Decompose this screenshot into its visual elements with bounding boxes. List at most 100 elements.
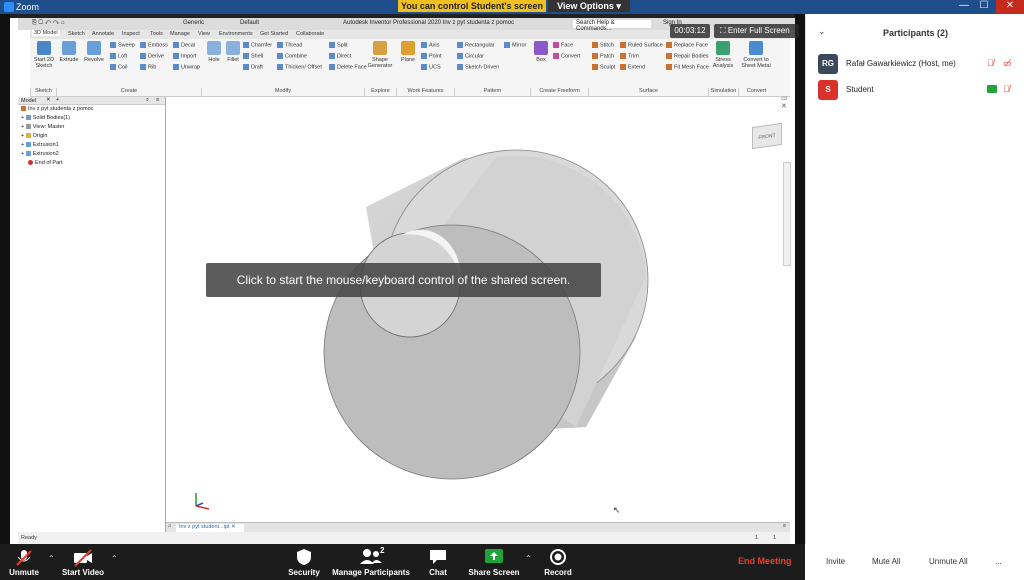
chamfer-button[interactable]: Chamfer [243,42,272,48]
shape-generator-button[interactable]: Shape Generator [366,41,394,69]
share-screen-button[interactable]: Share Screen [466,544,522,580]
minimize-icon[interactable]: — [954,0,974,14]
import-button[interactable]: Import [173,53,197,59]
browser-item-end-of-part[interactable]: End of Part [18,159,165,168]
stitch-button[interactable]: Stitch [592,42,614,48]
viewport-close-icon[interactable]: ▭ ✕ [781,94,790,110]
invite-button[interactable]: Invite [826,557,845,566]
record-button[interactable]: Record [540,544,576,580]
thicken-button[interactable]: Thicken/ Offset [277,64,322,70]
delete-face-button[interactable]: Delete Face [329,64,367,70]
browser-item-part[interactable]: Inv z pyt studenta z pomoc [18,105,165,114]
appearance-select[interactable]: Default [240,20,259,26]
tab-view[interactable]: View [198,31,210,37]
browser-close-icon[interactable]: ✕ [46,97,51,103]
browser-tab-model[interactable]: Model [21,98,36,104]
material-select[interactable]: Generic [183,20,204,26]
close-icon[interactable]: ✕ [996,0,1024,14]
tab-3d-model[interactable]: 3D Model [32,30,60,36]
maximize-icon[interactable]: ☐ [974,0,994,14]
draft-button[interactable]: Draft [243,64,263,70]
mirror-button[interactable]: Mirror [504,42,526,48]
more-options-button[interactable]: ... [995,557,1002,566]
browser-search-icon[interactable]: ⌕ [146,97,149,104]
trim-button[interactable]: Trim [620,53,639,59]
browser-item-view[interactable]: + View: Master [18,123,165,132]
point-button[interactable]: Point [421,53,442,59]
emboss-button[interactable]: Emboss [140,42,168,48]
convert-freeform-button[interactable]: Convert [553,53,580,59]
browser-item-origin[interactable]: + Origin [18,132,165,141]
participant-row[interactable]: S Student 🎙̸ [806,78,1024,102]
rib-button[interactable]: Rib [140,64,156,70]
stress-analysis-button[interactable]: Stress Analysis [710,41,736,69]
viewcube[interactable]: FRONT [752,122,782,150]
tab-annotate[interactable]: Annotate [92,31,114,37]
quick-access-toolbar[interactable]: ⎘ ▢ ↶ ↷ ⌂ [32,20,65,27]
graphics-viewport[interactable]: FRONT ▭ ✕ ↖ [166,94,791,522]
tab-manage[interactable]: Manage [170,31,190,37]
video-options-caret[interactable]: ⌃ [111,554,118,563]
browser-menu-icon[interactable]: ≡ [156,97,159,103]
coil-button[interactable]: Coil [110,64,127,70]
ruled-surface-button[interactable]: Ruled Surface [620,42,663,48]
circular-pattern-button[interactable]: Circular [457,53,484,59]
navigation-bar[interactable] [783,162,791,266]
box-button[interactable]: Box [532,41,550,63]
document-tab[interactable]: Inv z pyt student...ipt ✕ [176,524,244,532]
rectangular-pattern-button[interactable]: Rectangular [457,42,495,48]
browser-item-solid-bodies[interactable]: + Solid Bodies(1) [18,114,165,123]
browser-add-icon[interactable]: + [56,97,59,103]
revolve-button[interactable]: Revolve [82,41,106,63]
audio-options-caret[interactable]: ⌃ [48,554,55,563]
derive-button[interactable]: Derive [140,53,164,59]
unwrap-button[interactable]: Unwrap [173,64,200,70]
tab-get-started[interactable]: Get Started [260,31,288,37]
tab-collaborate[interactable]: Collaborate [296,31,324,37]
unmute-all-button[interactable]: Unmute All [929,557,968,566]
face-button[interactable]: Face [553,42,573,48]
manage-participants-button[interactable]: 2 Manage Participants [330,544,412,580]
shell-button[interactable]: Shell [243,53,263,59]
extrude-button[interactable]: Extrude [58,41,80,63]
start-sketch-button[interactable]: Start 2D Sketch [32,41,56,69]
share-options-caret[interactable]: ⌃ [525,554,532,563]
sculpt-button[interactable]: Sculpt [592,64,615,70]
direct-button[interactable]: Direct [329,53,351,59]
fit-mesh-face-button[interactable]: Fit Mesh Face [666,64,709,70]
replace-face-button[interactable]: Replace Face [666,42,708,48]
convert-sheet-metal-button[interactable]: Convert to Sheet Metal [740,41,772,69]
participant-row[interactable]: RG Rafał Gawarkiewicz (Host, me) 🎙̸ ▭̸ [806,52,1024,76]
end-meeting-button[interactable]: End Meeting [738,556,792,566]
remote-control-toast[interactable]: Click to start the mouse/keyboard contro… [206,263,601,297]
tab-inspect[interactable]: Inspect [122,31,140,37]
hole-button[interactable]: Hole [205,41,223,63]
axis-button[interactable]: Axis [421,42,439,48]
home-icon[interactable]: ⌂ [168,523,171,529]
view-options-button[interactable]: View Options ▾ [548,0,630,12]
loft-button[interactable]: Loft [110,53,127,59]
tab-sketch[interactable]: Sketch [68,31,85,37]
help-search-input[interactable]: Search Help & Commands... [573,20,651,32]
ucs-button[interactable]: UCS [421,64,441,70]
sweep-button[interactable]: Sweep [110,42,135,48]
thread-button[interactable]: Thread [277,42,302,48]
mute-all-button[interactable]: Mute All [872,557,900,566]
start-video-button[interactable]: Start Video [58,544,108,580]
split-button[interactable]: Split [329,42,348,48]
unmute-button[interactable]: Unmute [2,544,46,580]
fillet-button[interactable]: Fillet [224,41,242,63]
plane-button[interactable]: Plane [398,41,418,63]
combine-button[interactable]: Combine [277,53,307,59]
tab-environments[interactable]: Environments [219,31,253,37]
enter-fullscreen-button[interactable]: ⛶ Enter Full Screen [714,24,799,38]
tab-tools[interactable]: Tools [150,31,163,37]
security-button[interactable]: Security [284,544,324,580]
repair-bodies-button[interactable]: Repair Bodies [666,53,709,59]
decal-button[interactable]: Decal [173,42,195,48]
sketch-driven-button[interactable]: Sketch Driven [457,64,499,70]
patch-button[interactable]: Patch [592,53,614,59]
browser-item-extrusion1[interactable]: + Extrusion1 [18,141,165,150]
chat-button[interactable]: Chat [424,544,452,580]
extend-button[interactable]: Extend [620,64,645,70]
